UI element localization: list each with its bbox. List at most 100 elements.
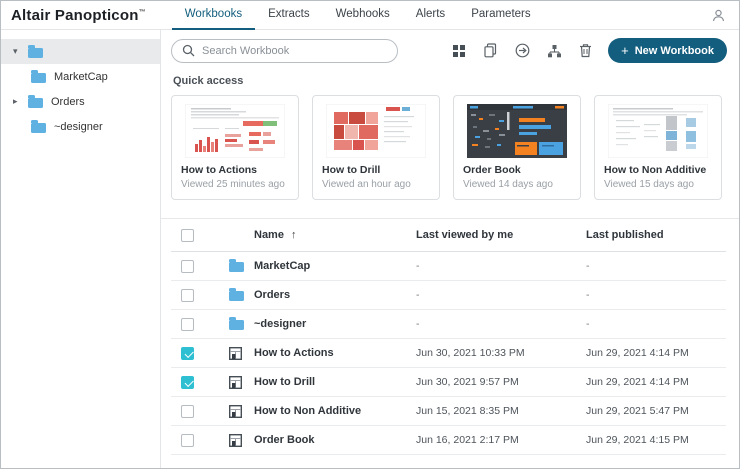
row-checkbox[interactable] [181,318,194,331]
main-content: + New Workbook Quick access [161,30,739,468]
tree-item-designer[interactable]: ~designer [1,114,160,139]
quick-access-card-order-book[interactable]: Order Book Viewed 14 days ago [453,95,581,200]
sort-ascending-icon[interactable]: ↑ [291,229,297,241]
row-last-published: - [586,260,726,272]
folder-icon [229,262,244,272]
card-title: How to Actions [181,164,289,176]
search-toolbar-row: + New Workbook [161,30,739,68]
row-name: Orders [254,289,416,301]
quick-access-card-how-to-actions[interactable]: How to Actions Viewed 25 minutes ago [171,95,299,200]
quick-access-title: Quick access [173,75,739,87]
select-all-checkbox[interactable] [181,229,194,242]
row-checkbox[interactable] [181,434,194,447]
table-row-designer[interactable]: ~designer - - [171,310,726,339]
folder-icon [31,123,46,133]
caret-down-icon[interactable]: ▾ [13,46,28,57]
tree-item-marketcap[interactable]: MarketCap [1,64,160,89]
row-checkbox[interactable] [181,347,194,360]
app-logo: Altair Panopticon™ [11,7,146,24]
folder-icon [28,98,43,108]
app-window: Altair Panopticon™ Workbooks Extracts We… [0,0,740,469]
row-last-published: Jun 29, 2021 5:47 PM [586,405,726,417]
workbook-icon [229,347,242,360]
workbook-thumbnail [181,103,289,159]
tab-parameters[interactable]: Parameters [458,1,543,30]
row-name: ~designer [254,318,416,330]
card-viewed-time: Viewed an hour ago [322,179,430,190]
row-last-published: Jun 29, 2021 4:14 PM [586,376,726,388]
move-to-icon[interactable] [515,43,530,58]
row-checkbox[interactable] [181,289,194,302]
row-name: Order Book [254,434,416,446]
workbooks-table: Name ↑ Last viewed by me Last published … [171,219,726,455]
workbook-thumbnail [463,103,571,159]
card-viewed-time: Viewed 25 minutes ago [181,179,289,190]
row-name: How to Actions [254,347,416,359]
quick-access-cards: How to Actions Viewed 25 minutes ago [171,95,727,200]
workbook-icon [229,434,242,447]
card-title: How to Non Additive [604,164,712,176]
row-name: MarketCap [254,260,416,272]
search-input[interactable] [202,45,387,57]
row-last-published: Jun 29, 2021 4:14 PM [586,347,726,359]
row-last-viewed: Jun 15, 2021 8:35 PM [416,405,586,417]
row-last-viewed: Jun 16, 2021 2:17 PM [416,434,586,446]
trademark: ™ [139,9,146,16]
workbook-icon [229,405,242,418]
table-row-marketcap[interactable]: MarketCap - - [171,252,726,281]
new-workbook-button[interactable]: + New Workbook [608,38,727,63]
row-name: How to Drill [254,376,416,388]
main-nav: Workbooks Extracts Webhooks Alerts Param… [172,1,544,30]
tab-webhooks[interactable]: Webhooks [323,1,403,30]
table-row-how-to-non-additive[interactable]: How to Non Additive Jun 15, 2021 8:35 PM… [171,397,726,426]
folder-icon [229,320,244,330]
row-last-viewed: - [416,318,586,330]
row-last-viewed: - [416,260,586,272]
toolbar-icons [452,43,592,58]
tree-item-label: MarketCap [54,71,108,83]
row-checkbox[interactable] [181,376,194,389]
column-header-last-viewed[interactable]: Last viewed by me [416,229,586,241]
table-row-how-to-drill[interactable]: How to Drill Jun 30, 2021 9:57 PM Jun 29… [171,368,726,397]
user-account-icon[interactable] [711,8,726,23]
card-viewed-time: Viewed 14 days ago [463,179,571,190]
grid-view-icon[interactable] [452,44,466,58]
delete-icon[interactable] [579,43,592,58]
top-bar: Altair Panopticon™ Workbooks Extracts We… [1,1,739,30]
tree-item-orders[interactable]: ▸ Orders [1,89,160,114]
table-header-row: Name ↑ Last viewed by me Last published [171,219,726,252]
table-row-order-book[interactable]: Order Book Jun 16, 2021 2:17 PM Jun 29, … [171,426,726,455]
caret-right-icon[interactable]: ▸ [13,96,28,107]
row-checkbox[interactable] [181,405,194,418]
quick-access-card-how-to-drill[interactable]: How to Drill Viewed an hour ago [312,95,440,200]
tab-workbooks[interactable]: Workbooks [172,1,255,30]
row-checkbox[interactable] [181,260,194,273]
quick-access-card-how-to-non-additive[interactable]: How to Non Additive Viewed 15 days ago [594,95,722,200]
row-last-published: Jun 29, 2021 4:15 PM [586,434,726,446]
row-last-viewed: Jun 30, 2021 10:33 PM [416,347,586,359]
table-row-orders[interactable]: Orders - - [171,281,726,310]
card-title: How to Drill [322,164,430,176]
column-header-name[interactable]: Name ↑ [254,229,416,241]
search-box[interactable] [171,39,398,63]
row-last-published: - [586,318,726,330]
card-viewed-time: Viewed 15 days ago [604,179,712,190]
copy-icon[interactable] [483,43,498,58]
card-title: Order Book [463,164,571,176]
table-row-how-to-actions[interactable]: How to Actions Jun 30, 2021 10:33 PM Jun… [171,339,726,368]
row-last-viewed: Jun 30, 2021 9:57 PM [416,376,586,388]
row-name: How to Non Additive [254,405,416,417]
tab-alerts[interactable]: Alerts [403,1,458,30]
tab-extracts[interactable]: Extracts [255,1,323,30]
folder-icon [28,48,43,58]
tree-root-folder[interactable]: ▾ [1,39,160,64]
folder-icon [31,73,46,83]
workbook-thumbnail [322,103,430,159]
workbook-thumbnail [604,103,712,159]
hierarchy-icon[interactable] [547,44,562,58]
row-last-viewed: - [416,289,586,301]
search-icon [182,44,195,57]
column-header-last-published[interactable]: Last published [586,229,726,241]
folder-icon [229,291,244,301]
plus-icon: + [621,43,629,58]
